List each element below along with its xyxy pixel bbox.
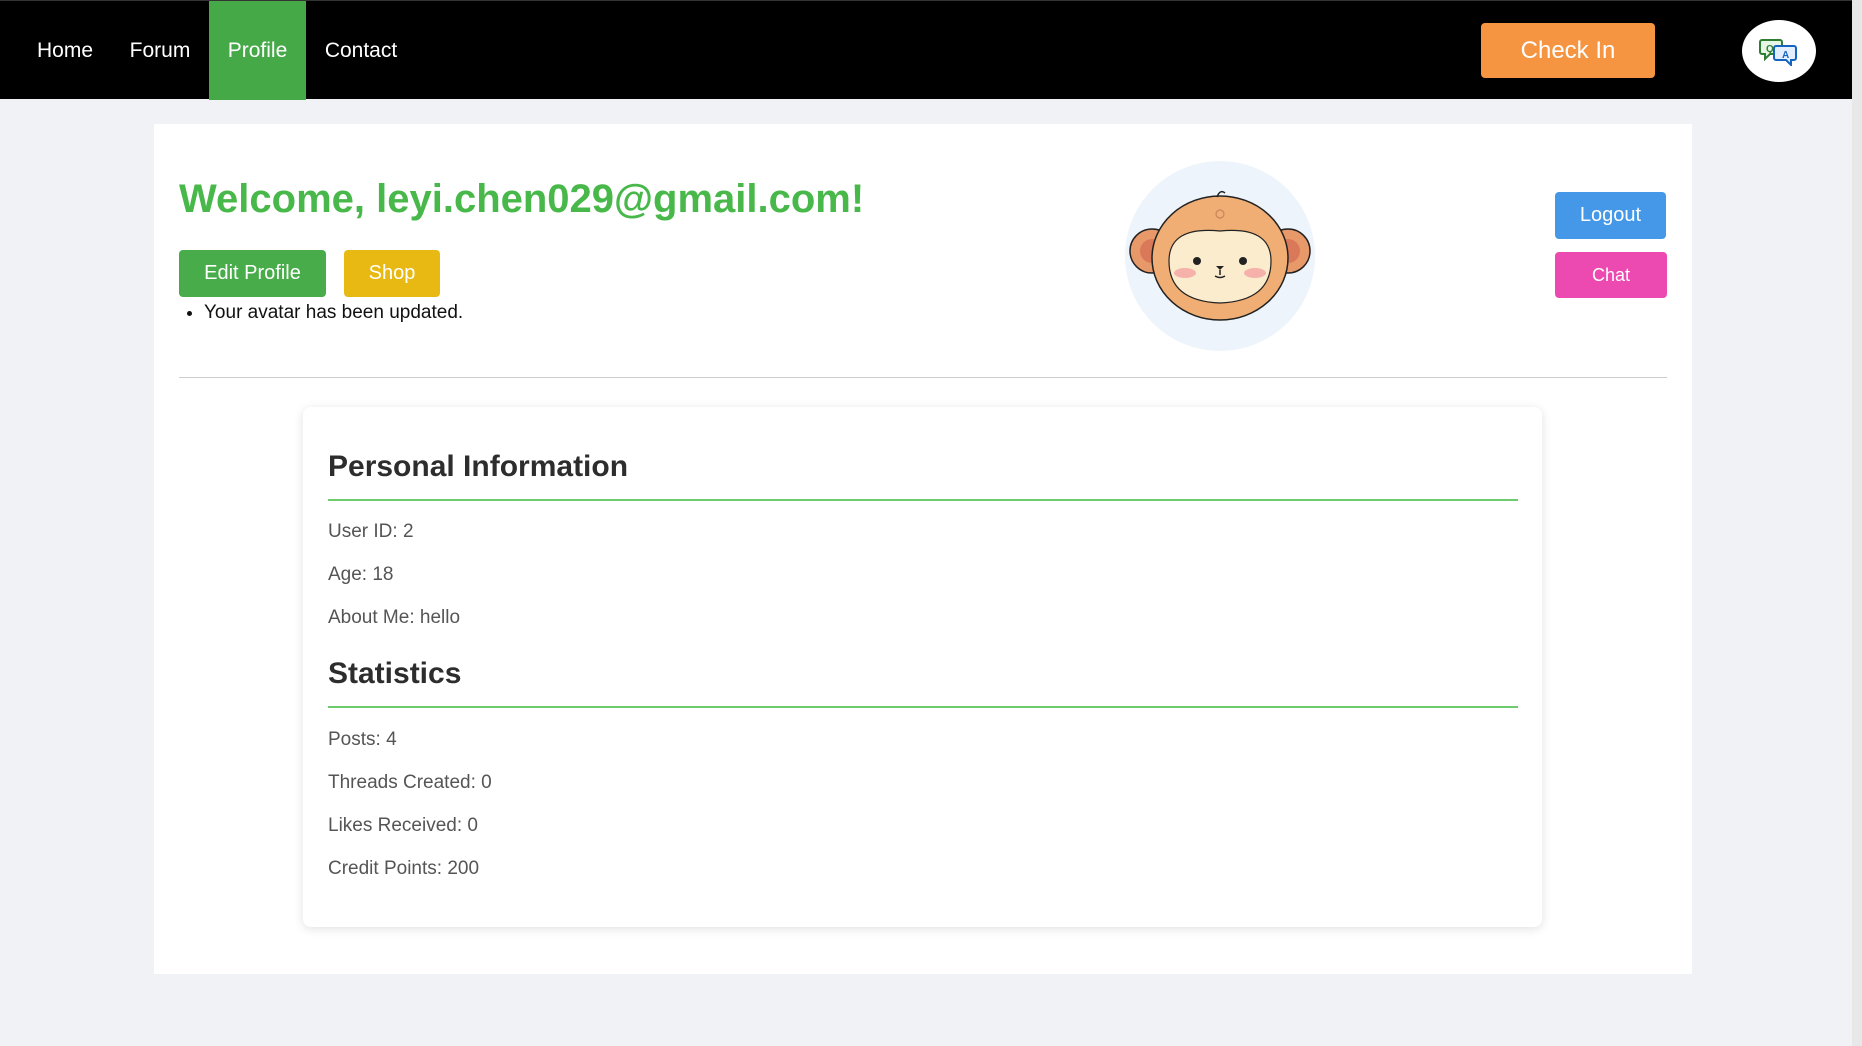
check-in-button[interactable]: Check In [1481,23,1655,78]
profile-card: Welcome, leyi.chen029@gmail.com! Edit Pr… [154,124,1692,974]
statistics-heading: Statistics [328,657,462,690]
divider [179,377,1667,378]
nav-forum-link[interactable]: Forum [118,1,202,100]
welcome-heading: Welcome, leyi.chen029@gmail.com! [179,177,865,221]
personal-info-heading: Personal Information [328,450,629,483]
scrollbar[interactable] [1852,0,1862,1046]
qa-button[interactable]: Q A [1742,20,1816,82]
chat-button[interactable]: Chat [1555,252,1667,298]
about-me-field: About Me: hello [328,607,461,628]
statistics-rule [328,706,1518,708]
likes-field: Likes Received: 0 [328,815,478,836]
nav-profile-link[interactable]: Profile [209,1,306,100]
threads-field: Threads Created: 0 [328,772,492,793]
logout-button[interactable]: Logout [1555,192,1666,239]
monkey-avatar [1129,190,1311,321]
qa-chat-icon: Q A [1759,39,1797,66]
nav-contact-link[interactable]: Contact [314,1,408,100]
user-id-field: User ID: 2 [328,521,414,542]
avatar-updated-message: Your avatar has been updated. [204,302,463,324]
message-list: Your avatar has been updated. [179,302,463,324]
avatar [1125,161,1315,351]
edit-profile-button[interactable]: Edit Profile [179,250,326,297]
shop-button[interactable]: Shop [344,250,440,297]
top-navbar: Home Forum Profile Contact Check In Q A [0,0,1852,100]
nav-home-link[interactable]: Home [24,1,106,100]
credits-field: Credit Points: 200 [328,858,480,879]
age-field: Age: 18 [328,564,394,585]
personal-info-rule [328,499,1518,501]
svg-text:A: A [1782,50,1789,61]
posts-field: Posts: 4 [328,729,397,750]
info-card: Personal Information User ID: 2 Age: 18 … [303,407,1542,927]
svg-text:Q: Q [1766,44,1774,55]
